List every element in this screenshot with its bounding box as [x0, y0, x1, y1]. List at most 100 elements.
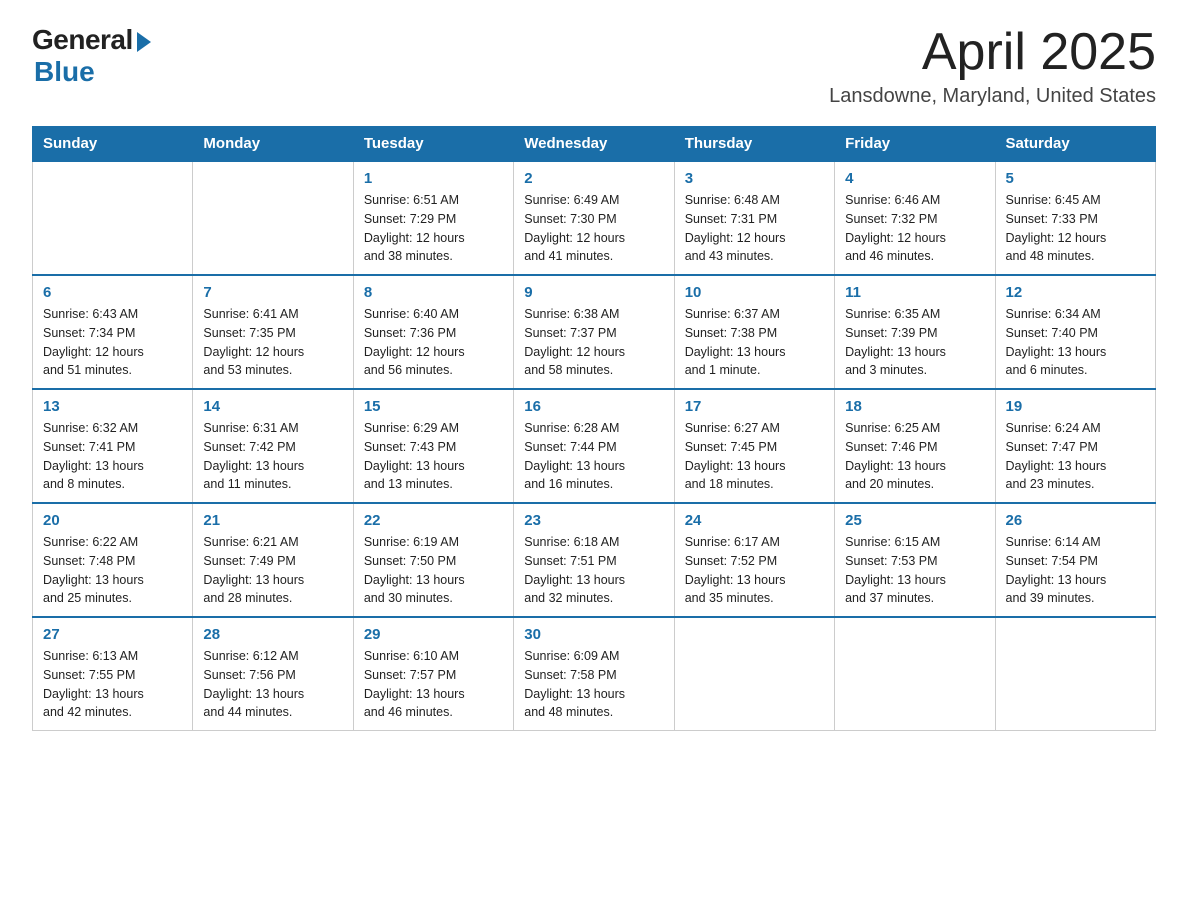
day-cell: 16 Sunrise: 6:28 AMSunset: 7:44 PMDayligh… — [514, 389, 674, 503]
day-info: Sunrise: 6:35 AMSunset: 7:39 PMDaylight:… — [845, 305, 984, 380]
week-row-2: 6 Sunrise: 6:43 AMSunset: 7:34 PMDaylight… — [33, 275, 1156, 389]
week-row-3: 13 Sunrise: 6:32 AMSunset: 7:41 PMDayligh… — [33, 389, 1156, 503]
week-row-4: 20 Sunrise: 6:22 AMSunset: 7:48 PMDayligh… — [33, 503, 1156, 617]
day-info: Sunrise: 6:17 AMSunset: 7:52 PMDaylight:… — [685, 533, 824, 608]
weekday-header-row: SundayMondayTuesdayWednesdayThursdayFrid… — [33, 127, 1156, 162]
day-cell — [995, 617, 1155, 731]
day-cell: 27Sunrise: 6:13 AMSunset: 7:55 PMDayligh… — [33, 617, 193, 731]
day-info: Sunrise: 6:34 AMSunset: 7:40 PMDaylight:… — [1006, 305, 1145, 380]
day-cell: 25 Sunrise: 6:15 AMSunset: 7:53 PMDayligh… — [835, 503, 995, 617]
day-cell: 26 Sunrise: 6:14 AMSunset: 7:54 PMDayligh… — [995, 503, 1155, 617]
day-number: 11 — [845, 284, 984, 301]
day-cell: 10 Sunrise: 6:37 AMSunset: 7:38 PMDayligh… — [674, 275, 834, 389]
weekday-header-saturday: Saturday — [995, 127, 1155, 162]
day-number: 7 — [203, 284, 342, 301]
day-info: Sunrise: 6:43 AMSunset: 7:34 PMDaylight:… — [43, 305, 182, 380]
day-info: Sunrise: 6:29 AMSunset: 7:43 PMDaylight:… — [364, 419, 503, 494]
day-number: 9 — [524, 284, 663, 301]
day-cell: 12 Sunrise: 6:34 AMSunset: 7:40 PMDayligh… — [995, 275, 1155, 389]
page-header: General Blue April 2025 Lansdowne, Maryl… — [32, 24, 1156, 108]
week-row-1: 1 Sunrise: 6:51 AMSunset: 7:29 PMDaylight… — [33, 161, 1156, 275]
day-cell: 6 Sunrise: 6:43 AMSunset: 7:34 PMDaylight… — [33, 275, 193, 389]
day-cell: 15 Sunrise: 6:29 AMSunset: 7:43 PMDayligh… — [353, 389, 513, 503]
day-info: Sunrise: 6:24 AMSunset: 7:47 PMDaylight:… — [1006, 419, 1145, 494]
day-info: Sunrise: 6:32 AMSunset: 7:41 PMDaylight:… — [43, 419, 182, 494]
weekday-header-tuesday: Tuesday — [353, 127, 513, 162]
day-number: 22 — [364, 512, 503, 529]
day-info: Sunrise: 6:46 AMSunset: 7:32 PMDaylight:… — [845, 191, 984, 266]
day-info: Sunrise: 6:15 AMSunset: 7:53 PMDaylight:… — [845, 533, 984, 608]
day-cell: 29 Sunrise: 6:10 AMSunset: 7:57 PMDayligh… — [353, 617, 513, 731]
location-text: Lansdowne, Maryland, United States — [829, 85, 1156, 108]
day-cell: 20 Sunrise: 6:22 AMSunset: 7:48 PMDayligh… — [33, 503, 193, 617]
day-cell: 4 Sunrise: 6:46 AMSunset: 7:32 PMDaylight… — [835, 161, 995, 275]
day-info: Sunrise: 6:22 AMSunset: 7:48 PMDaylight:… — [43, 533, 182, 608]
day-info: Sunrise: 6:31 AMSunset: 7:42 PMDaylight:… — [203, 419, 342, 494]
day-info: Sunrise: 6:41 AMSunset: 7:35 PMDaylight:… — [203, 305, 342, 380]
day-info: Sunrise: 6:18 AMSunset: 7:51 PMDaylight:… — [524, 533, 663, 608]
day-cell: 8 Sunrise: 6:40 AMSunset: 7:36 PMDaylight… — [353, 275, 513, 389]
month-title: April 2025 — [829, 24, 1156, 81]
day-cell: 18Sunrise: 6:25 AMSunset: 7:46 PMDayligh… — [835, 389, 995, 503]
day-number: 26 — [1006, 512, 1145, 529]
day-info: Sunrise: 6:49 AMSunset: 7:30 PMDaylight:… — [524, 191, 663, 266]
day-number: 13 — [43, 398, 182, 415]
day-number: 12 — [1006, 284, 1145, 301]
day-number: 19 — [1006, 398, 1145, 415]
day-info: Sunrise: 6:28 AMSunset: 7:44 PMDaylight:… — [524, 419, 663, 494]
day-cell: 24 Sunrise: 6:17 AMSunset: 7:52 PMDayligh… — [674, 503, 834, 617]
day-info: Sunrise: 6:51 AMSunset: 7:29 PMDaylight:… — [364, 191, 503, 266]
day-number: 8 — [364, 284, 503, 301]
day-cell: 1 Sunrise: 6:51 AMSunset: 7:29 PMDaylight… — [353, 161, 513, 275]
day-number: 15 — [364, 398, 503, 415]
day-info: Sunrise: 6:40 AMSunset: 7:36 PMDaylight:… — [364, 305, 503, 380]
day-cell: 11 Sunrise: 6:35 AMSunset: 7:39 PMDayligh… — [835, 275, 995, 389]
day-number: 24 — [685, 512, 824, 529]
day-number: 21 — [203, 512, 342, 529]
day-number: 20 — [43, 512, 182, 529]
day-number: 29 — [364, 626, 503, 643]
weekday-header-friday: Friday — [835, 127, 995, 162]
day-cell — [193, 161, 353, 275]
logo-arrow-icon — [137, 32, 151, 52]
day-number: 18 — [845, 398, 984, 415]
day-number: 17 — [685, 398, 824, 415]
day-info: Sunrise: 6:09 AMSunset: 7:58 PMDaylight:… — [524, 647, 663, 722]
day-cell: 21Sunrise: 6:21 AMSunset: 7:49 PMDayligh… — [193, 503, 353, 617]
day-info: Sunrise: 6:13 AMSunset: 7:55 PMDaylight:… — [43, 647, 182, 722]
day-info: Sunrise: 6:45 AMSunset: 7:33 PMDaylight:… — [1006, 191, 1145, 266]
day-info: Sunrise: 6:38 AMSunset: 7:37 PMDaylight:… — [524, 305, 663, 380]
day-number: 30 — [524, 626, 663, 643]
day-number: 16 — [524, 398, 663, 415]
day-info: Sunrise: 6:10 AMSunset: 7:57 PMDaylight:… — [364, 647, 503, 722]
day-cell: 23 Sunrise: 6:18 AMSunset: 7:51 PMDayligh… — [514, 503, 674, 617]
day-cell: 30 Sunrise: 6:09 AMSunset: 7:58 PMDayligh… — [514, 617, 674, 731]
day-number: 6 — [43, 284, 182, 301]
day-number: 14 — [203, 398, 342, 415]
logo: General Blue — [32, 24, 151, 88]
day-cell: 7 Sunrise: 6:41 AMSunset: 7:35 PMDaylight… — [193, 275, 353, 389]
day-cell: 2 Sunrise: 6:49 AMSunset: 7:30 PMDaylight… — [514, 161, 674, 275]
day-number: 4 — [845, 170, 984, 187]
day-cell: 3Sunrise: 6:48 AMSunset: 7:31 PMDaylight… — [674, 161, 834, 275]
day-cell: 28Sunrise: 6:12 AMSunset: 7:56 PMDayligh… — [193, 617, 353, 731]
day-cell: 14 Sunrise: 6:31 AMSunset: 7:42 PMDayligh… — [193, 389, 353, 503]
day-number: 10 — [685, 284, 824, 301]
logo-blue-text: Blue — [34, 56, 95, 88]
day-cell: 5 Sunrise: 6:45 AMSunset: 7:33 PMDaylight… — [995, 161, 1155, 275]
week-row-5: 27Sunrise: 6:13 AMSunset: 7:55 PMDayligh… — [33, 617, 1156, 731]
day-number: 2 — [524, 170, 663, 187]
calendar-table: SundayMondayTuesdayWednesdayThursdayFrid… — [32, 126, 1156, 731]
day-number: 25 — [845, 512, 984, 529]
logo-general-text: General — [32, 24, 133, 56]
day-info: Sunrise: 6:12 AMSunset: 7:56 PMDaylight:… — [203, 647, 342, 722]
header-right: April 2025 Lansdowne, Maryland, United S… — [829, 24, 1156, 108]
day-number: 23 — [524, 512, 663, 529]
day-cell — [33, 161, 193, 275]
day-info: Sunrise: 6:19 AMSunset: 7:50 PMDaylight:… — [364, 533, 503, 608]
day-info: Sunrise: 6:14 AMSunset: 7:54 PMDaylight:… — [1006, 533, 1145, 608]
day-cell — [674, 617, 834, 731]
day-info: Sunrise: 6:37 AMSunset: 7:38 PMDaylight:… — [685, 305, 824, 380]
day-number: 5 — [1006, 170, 1145, 187]
day-number: 1 — [364, 170, 503, 187]
